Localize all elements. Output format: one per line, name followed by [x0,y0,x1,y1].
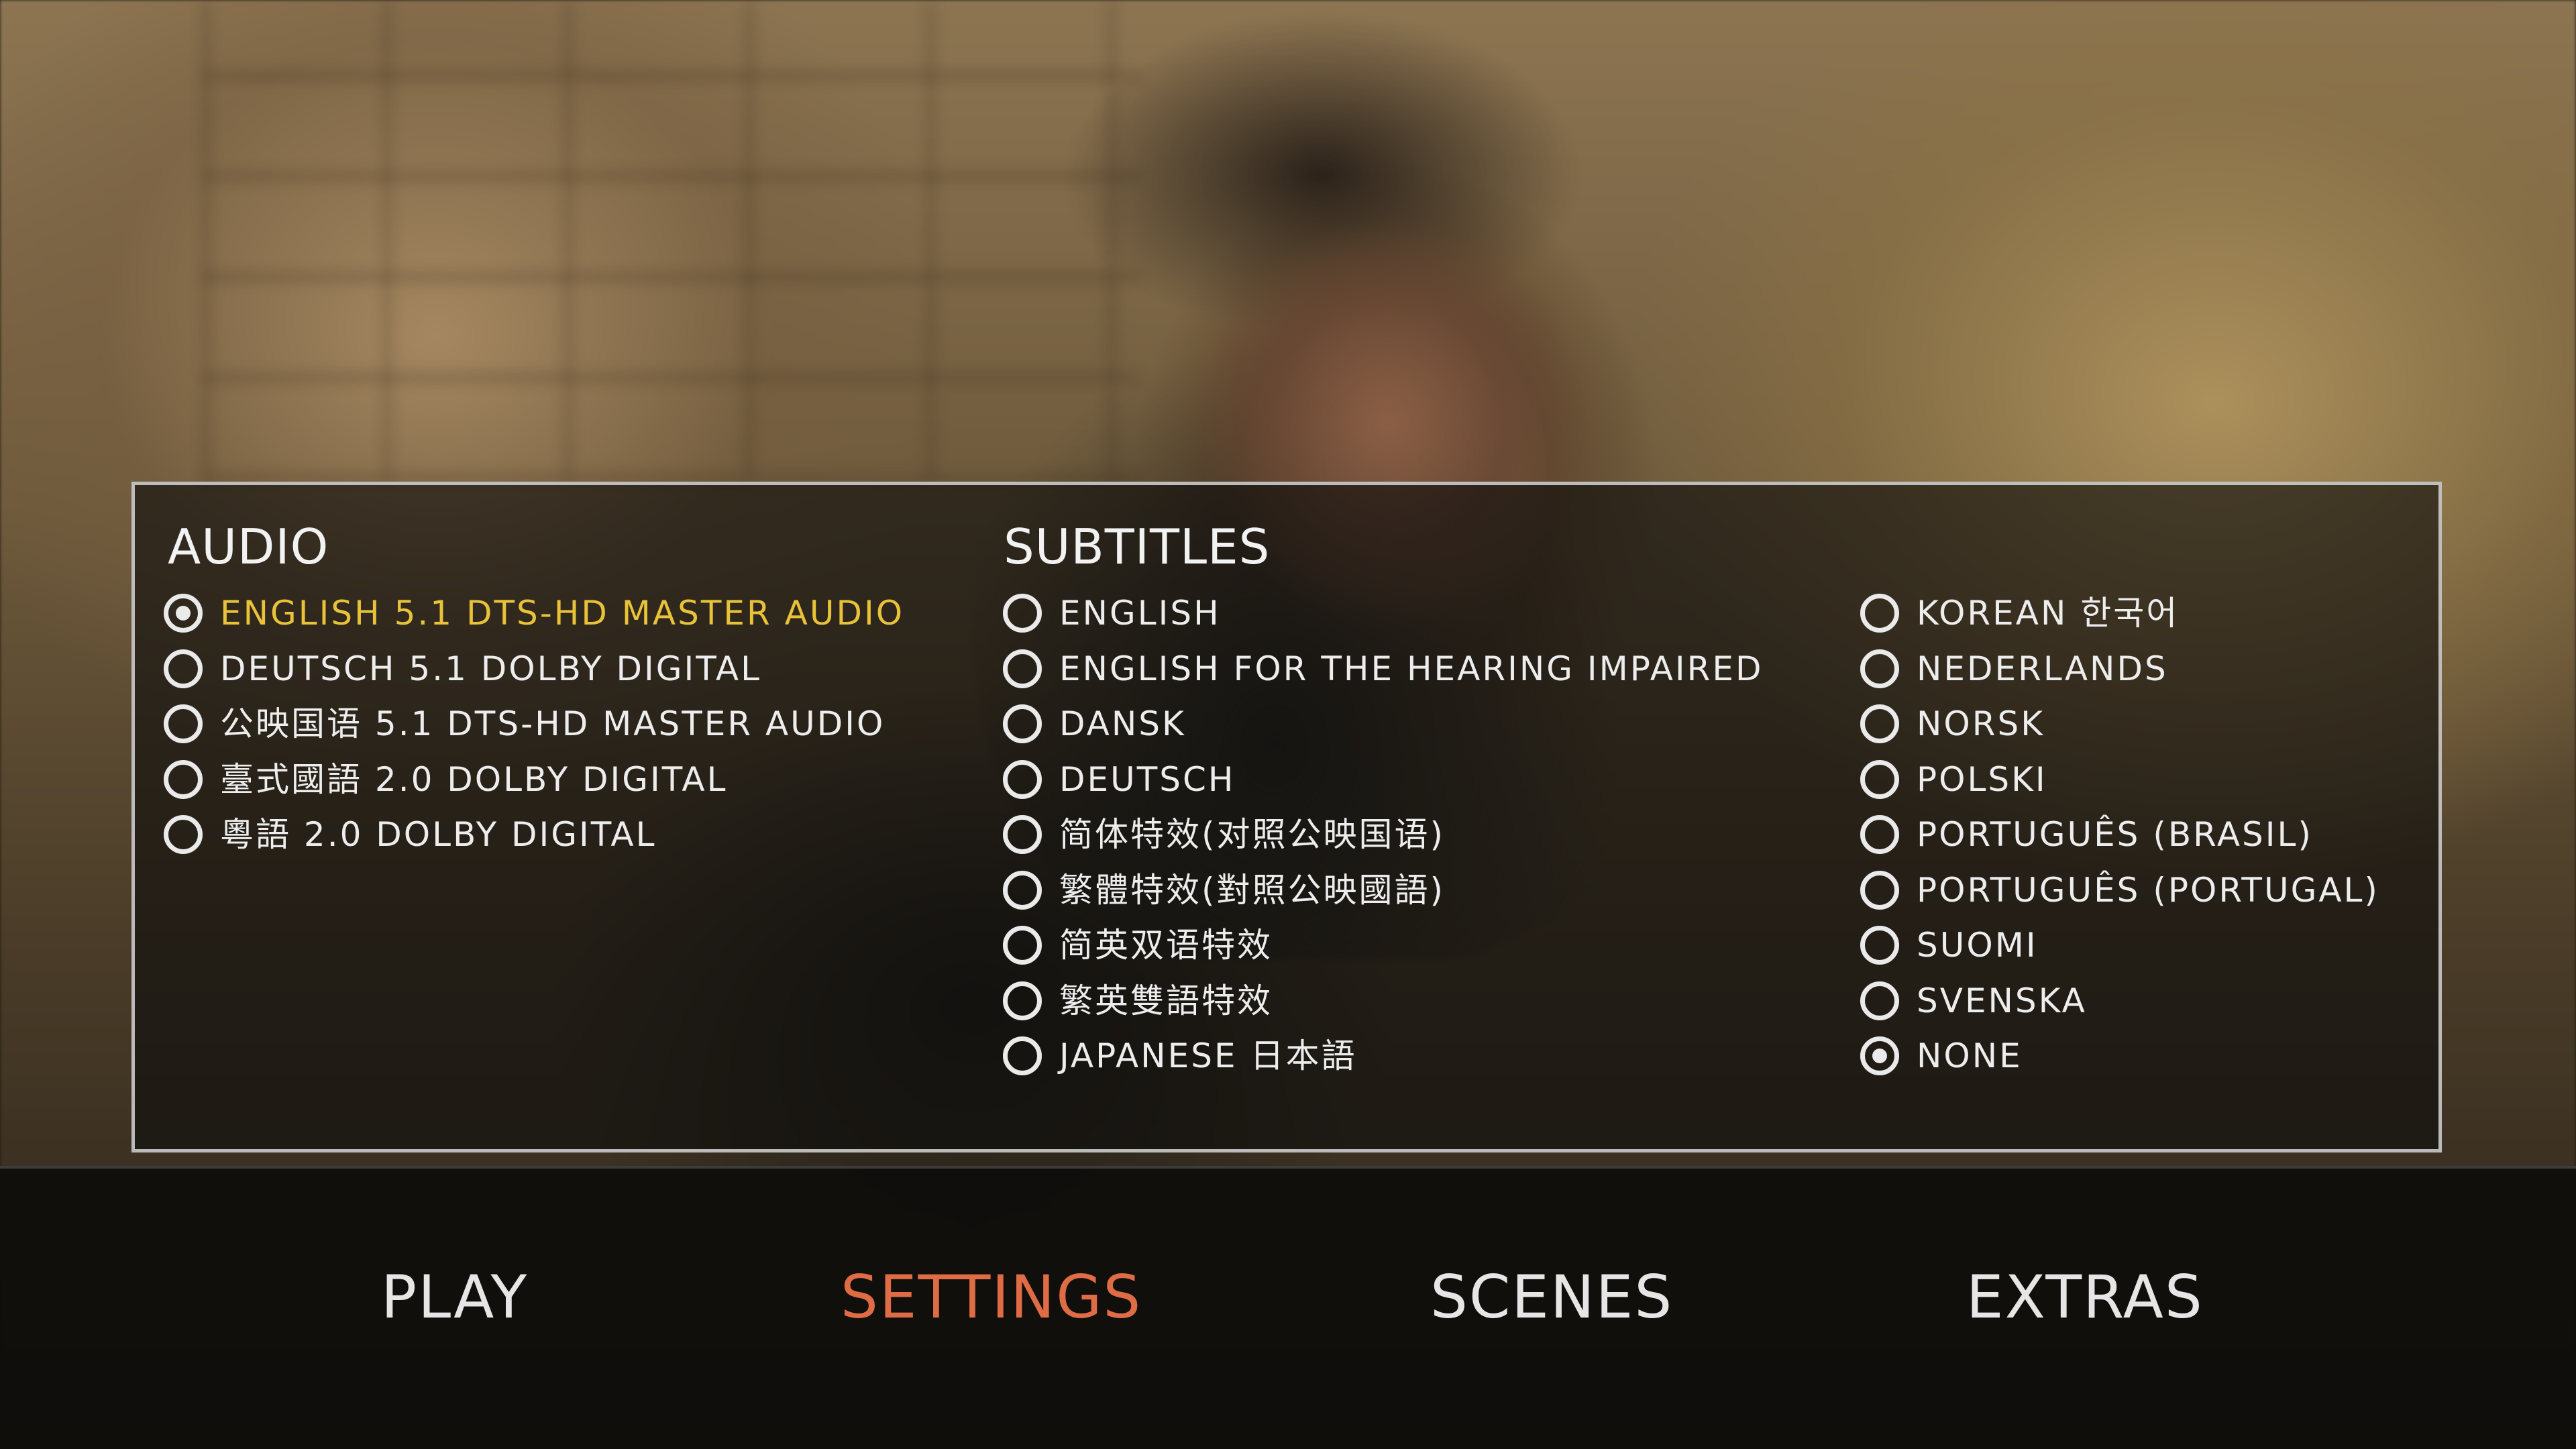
subtitles-section-title: SUBTITLES [1004,519,1271,575]
radio-icon[interactable] [1003,981,1042,1020]
radio-icon[interactable] [1860,926,1899,965]
radio-icon[interactable] [1860,704,1899,744]
settings-panel: AUDIO ENGLISH 5.1 DTS-HD MASTER AUDIO DE… [131,482,2442,1152]
radio-selected-icon[interactable] [1860,1036,1899,1076]
audio-option-cantonese[interactable]: 粵語 2.0 DOLBY DIGITAL [164,807,904,863]
audio-option-label: 臺式國語 2.0 DOLBY DIGITAL [220,759,728,799]
subtitle-option-label: KOREAN 한국어 [1917,594,2180,633]
subtitle-option-label: POLSKI [1917,759,2047,799]
subtitle-option-label: DANSK [1059,704,1186,744]
subtitle-option-norsk[interactable]: NORSK [1860,696,2379,752]
subtitle-option-label: 简英双语特效 [1059,926,1273,965]
subtitle-option-label: DEUTSCH [1059,759,1236,799]
radio-icon[interactable] [1860,594,1899,633]
subtitle-option-label: NONE [1917,1036,2023,1076]
subtitles-options-column-2: KOREAN 한국어 NEDERLANDS NORSK POLSKI PORTU… [1860,586,2379,1084]
subtitle-option-label: SUOMI [1917,926,2038,965]
subtitle-option-label: 繁體特效(對照公映國語) [1059,870,1446,910]
subtitle-option-label: PORTUGUÊS (PORTUGAL) [1917,870,2379,910]
subtitles-options-column-1: ENGLISH ENGLISH FOR THE HEARING IMPAIRED… [1003,586,1764,1084]
radio-icon[interactable] [1860,649,1899,688]
subtitle-option-none[interactable]: NONE [1860,1028,2379,1084]
audio-option-taiwanese-mandarin[interactable]: 臺式國語 2.0 DOLBY DIGITAL [164,752,904,808]
subtitle-option-portugues-portugal[interactable]: PORTUGUÊS (PORTUGAL) [1860,863,2379,918]
radio-icon[interactable] [1860,870,1899,910]
subtitle-option-traditional-chinese-fx[interactable]: 繁體特效(對照公映國語) [1003,863,1764,918]
subtitle-option-deutsch[interactable]: DEUTSCH [1003,752,1764,808]
radio-icon[interactable] [1003,649,1042,688]
subtitle-option-svenska[interactable]: SVENSKA [1860,973,2379,1029]
subtitle-option-suomi[interactable]: SUOMI [1860,918,2379,973]
subtitle-option-english-sdh[interactable]: ENGLISH FOR THE HEARING IMPAIRED [1003,641,1764,697]
audio-option-label: 粵語 2.0 DOLBY DIGITAL [220,815,657,855]
subtitle-option-label: PORTUGUÊS (BRASIL) [1917,815,2313,855]
audio-options-list: ENGLISH 5.1 DTS-HD MASTER AUDIO DEUTSCH … [164,586,904,863]
subtitle-option-simplified-chinese-fx[interactable]: 简体特效(对照公映国语) [1003,807,1764,863]
subtitle-option-label: JAPANESE 日本語 [1059,1036,1357,1076]
radio-icon[interactable] [1860,815,1899,855]
subtitle-option-korean[interactable]: KOREAN 한국어 [1860,586,2379,641]
nav-play[interactable]: PLAY [381,1268,528,1327]
radio-icon[interactable] [1860,981,1899,1020]
radio-icon[interactable] [1003,870,1042,910]
disc-menu-screen: AUDIO ENGLISH 5.1 DTS-HD MASTER AUDIO DE… [0,0,2576,1449]
radio-icon[interactable] [164,815,203,855]
audio-option-label: ENGLISH 5.1 DTS-HD MASTER AUDIO [220,594,905,633]
radio-icon[interactable] [1860,759,1899,799]
radio-icon[interactable] [164,649,203,688]
audio-option-label: 公映国语 5.1 DTS-HD MASTER AUDIO [220,704,885,744]
nav-scenes[interactable]: SCENES [1430,1268,1673,1327]
audio-option-english-dts[interactable]: ENGLISH 5.1 DTS-HD MASTER AUDIO [164,586,904,641]
radio-icon[interactable] [1003,1036,1042,1076]
radio-icon[interactable] [1003,704,1042,744]
radio-selected-icon[interactable] [164,594,203,633]
subtitle-option-label: NORSK [1917,704,2045,744]
subtitle-option-label: 简体特效(对照公映国语) [1059,815,1446,855]
subtitle-option-polski[interactable]: POLSKI [1860,752,2379,808]
subtitle-option-nederlands[interactable]: NEDERLANDS [1860,641,2379,697]
subtitle-option-english[interactable]: ENGLISH [1003,586,1764,641]
subtitle-option-label: 繁英雙語特效 [1059,981,1273,1020]
nav-extras[interactable]: EXTRAS [1966,1268,2204,1327]
audio-option-deutsch[interactable]: DEUTSCH 5.1 DOLBY DIGITAL [164,641,904,697]
subtitle-option-simplified-bilingual[interactable]: 简英双语特效 [1003,918,1764,973]
radio-icon[interactable] [1003,759,1042,799]
subtitle-option-traditional-bilingual[interactable]: 繁英雙語特效 [1003,973,1764,1029]
radio-icon[interactable] [164,759,203,799]
radio-icon[interactable] [164,704,203,744]
subtitle-option-japanese[interactable]: JAPANESE 日本語 [1003,1028,1764,1084]
subtitle-option-dansk[interactable]: DANSK [1003,696,1764,752]
nav-settings[interactable]: SETTINGS [841,1268,1142,1327]
audio-section-title: AUDIO [168,519,329,575]
audio-option-mandarin-theatrical[interactable]: 公映国语 5.1 DTS-HD MASTER AUDIO [164,696,904,752]
subtitle-option-label: NEDERLANDS [1917,649,2168,688]
subtitle-option-label: ENGLISH [1059,594,1221,633]
subtitle-option-portugues-brasil[interactable]: PORTUGUÊS (BRASIL) [1860,807,2379,863]
audio-option-label: DEUTSCH 5.1 DOLBY DIGITAL [220,649,761,688]
subtitle-option-label: SVENSKA [1917,981,2087,1020]
subtitle-option-label: ENGLISH FOR THE HEARING IMPAIRED [1059,649,1764,688]
radio-icon[interactable] [1003,594,1042,633]
bottom-nav-bar: PLAY SETTINGS SCENES EXTRAS [0,1166,2576,1449]
radio-icon[interactable] [1003,815,1042,855]
radio-icon[interactable] [1003,926,1042,965]
